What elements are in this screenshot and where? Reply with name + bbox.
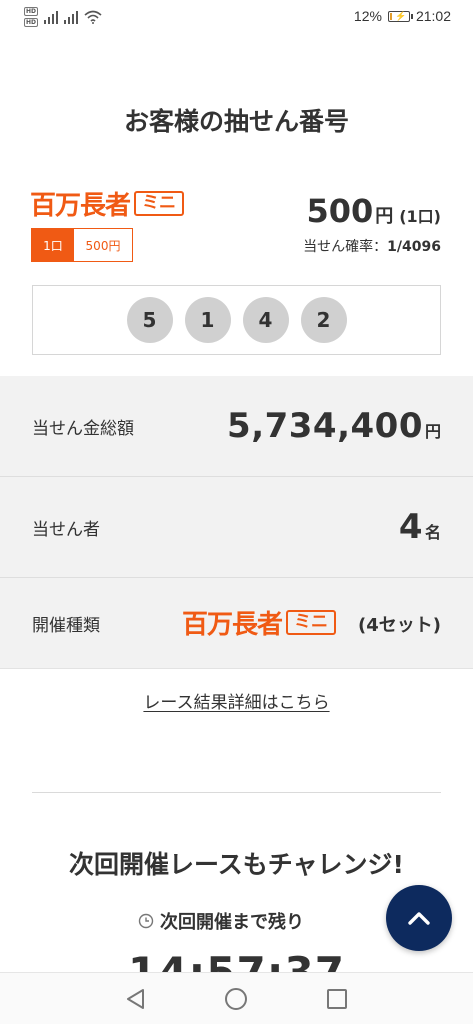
- clock-icon: [138, 913, 154, 929]
- race-details-link[interactable]: レース結果詳細はこちら: [143, 693, 329, 713]
- battery-icon: ⚡: [387, 10, 413, 22]
- kind-logo: 百万長者 ミニ: [182, 604, 337, 641]
- price-yen: 円: [375, 206, 394, 227]
- scroll-top-button[interactable]: [386, 885, 452, 951]
- back-triangle-icon[interactable]: [124, 987, 146, 1011]
- total-amount: 5,734,400: [227, 406, 423, 446]
- race-details-link-wrap: レース結果詳細はこちら: [0, 688, 473, 713]
- winners-unit: 名: [424, 523, 441, 542]
- winners-value: 4 名: [399, 507, 441, 547]
- result-row-total: 当せん金総額 5,734,400 円: [0, 376, 473, 477]
- recent-square-icon[interactable]: [327, 989, 347, 1009]
- kind-logo-kanji: 百万長者: [182, 610, 283, 640]
- hd-indicators: HD HD: [24, 7, 39, 27]
- unit-count: 1口: [32, 229, 74, 261]
- total-value: 5,734,400 円: [227, 406, 441, 446]
- status-bar: HD HD 12% ⚡ 21:02: [0, 0, 473, 34]
- total-label: 当せん金総額: [32, 418, 134, 439]
- section-divider: [32, 792, 441, 793]
- result-row-winners: 当せん者 4 名: [0, 477, 473, 578]
- number-ball: 1: [184, 297, 231, 343]
- number-ball: 2: [300, 297, 347, 343]
- next-race-remaining: 次回開催まで残り: [138, 908, 304, 934]
- total-unit: 円: [424, 422, 441, 441]
- unit-price: 500円: [74, 229, 132, 261]
- number-ball: 4: [242, 297, 289, 343]
- ticket-price: 500 円 (1口): [306, 192, 441, 230]
- price-units: (1口): [399, 207, 441, 226]
- lottery-numbers: 5 1 4 2: [32, 285, 441, 355]
- logo-kanji: 百万長者: [30, 191, 131, 221]
- lottery-logo: 百万長者 ミニ: [30, 185, 185, 222]
- winners-count: 4: [398, 507, 423, 547]
- remaining-label: 次回開催まで残り: [160, 912, 304, 933]
- odds-value: 1/4096: [387, 239, 441, 255]
- kind-logo-mini: ミニ: [286, 610, 337, 635]
- next-race-heading: 次回開催レースもチャレンジ!: [69, 850, 404, 879]
- status-left: HD HD: [24, 6, 102, 28]
- winners-label: 当せん者: [32, 519, 100, 540]
- battery-percent: 12%: [353, 8, 382, 24]
- logo-mini: ミニ: [134, 191, 185, 216]
- chevron-up-icon: [408, 912, 430, 925]
- winning-odds: 当せん確率：1/4096: [303, 236, 441, 256]
- system-nav-bar: [0, 972, 473, 1024]
- clock-time: 21:02: [415, 8, 451, 24]
- kind-sets: (4セット): [358, 615, 441, 636]
- home-circle-icon[interactable]: [225, 988, 247, 1010]
- signal-icon: [64, 10, 79, 24]
- hd-badge: HD: [24, 7, 39, 16]
- page-title: お客様の抽せん番号: [123, 107, 349, 136]
- odds-label: 当せん確率：: [303, 239, 388, 255]
- status-right: 12% ⚡ 21:02: [354, 8, 451, 24]
- hd-badge: HD: [24, 18, 39, 27]
- signal-icon: [44, 10, 59, 24]
- screen: HD HD 12% ⚡ 21:02 お客様の抽せん番号 百万長者 ミニ 1口 5…: [0, 0, 473, 1024]
- price-amount: 500: [306, 192, 374, 230]
- wifi-icon: [84, 10, 102, 24]
- kind-label: 開催種類: [32, 615, 100, 636]
- number-ball: 5: [126, 297, 173, 343]
- unit-badge: 1口 500円: [31, 228, 133, 262]
